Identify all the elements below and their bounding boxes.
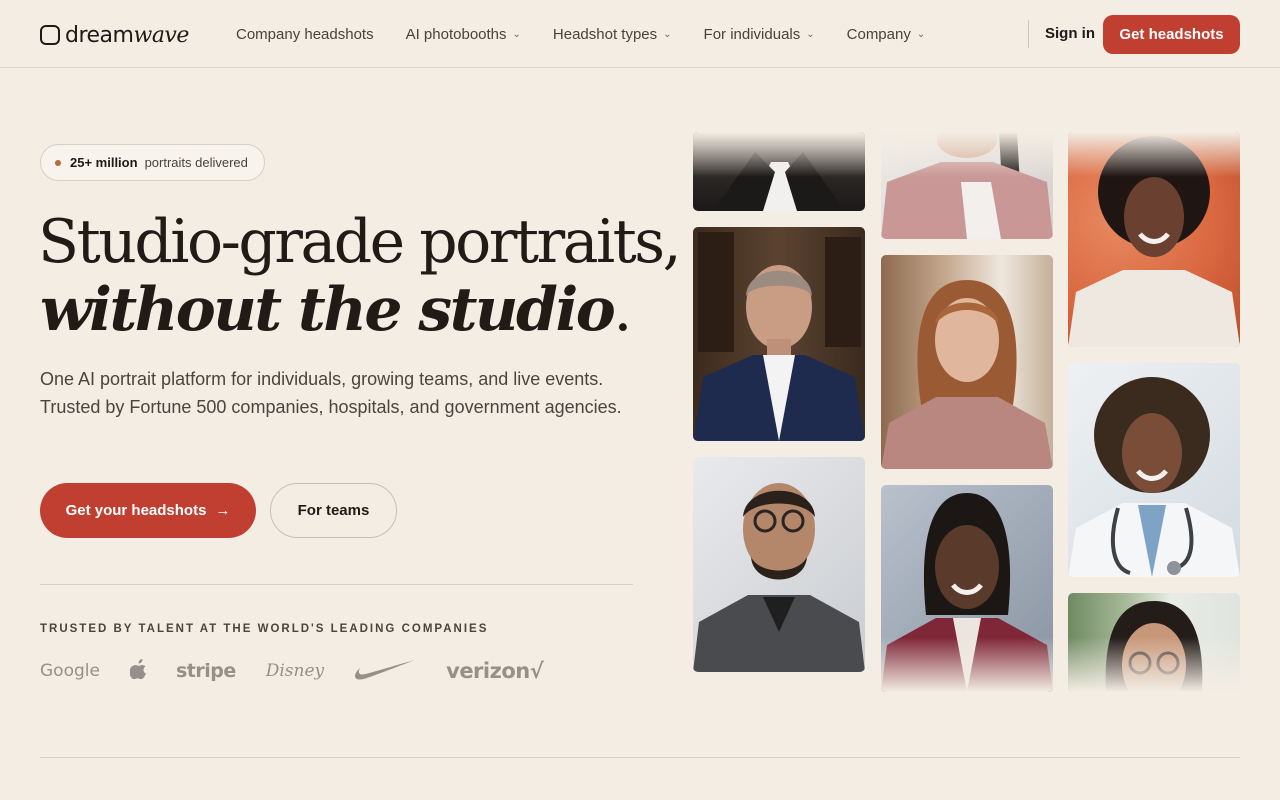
nav-link-ai-photobooths[interactable]: AI photobooths ⌄ [406, 26, 521, 43]
logo-mark-icon [40, 25, 60, 45]
google-logo: Google [40, 661, 100, 681]
portrait-figure [713, 152, 845, 211]
section-divider [40, 584, 633, 585]
portrait-figure [881, 280, 1053, 469]
portrait-figure [1105, 601, 1203, 692]
nav-link-label: Headshot types [552, 25, 658, 43]
portrait-figure [693, 483, 865, 672]
for-teams-button[interactable]: For teams [270, 483, 397, 538]
portrait-figure [881, 132, 1053, 239]
badge-dot-icon [55, 159, 61, 166]
chevron-down-icon: ⌄ [806, 28, 815, 40]
portrait-photo-woman-glasses [1068, 593, 1240, 692]
nav-link-label: AI photobooths [405, 25, 507, 43]
top-nav: dream wave Company headshots AI photoboot… [0, 0, 1280, 68]
portrait-photo-man-glasses [693, 457, 865, 672]
verizon-logo: verizon√ [446, 659, 544, 683]
nike-logo [354, 659, 416, 683]
get-headshots-button[interactable]: Get headshots [1103, 15, 1240, 54]
portrait-photo-woman-auburn-hair [881, 255, 1053, 469]
portrait-figure [1068, 136, 1240, 347]
nav-link-headshot-types[interactable]: Headshot types ⌄ [553, 26, 672, 43]
company-logos: Google stripe Disney verizon√ [40, 656, 573, 686]
nav-link-label: Company [846, 25, 911, 43]
chevron-down-icon: ⌄ [512, 28, 521, 40]
logo-text-wave: wave [133, 22, 189, 48]
chevron-down-icon: ⌄ [663, 28, 672, 40]
nav-divider [1028, 20, 1029, 48]
hero-headline-emphasis: without the studio [40, 275, 616, 345]
trusted-by-heading: TRUSTED BY TALENT AT THE WORLD'S LEADING… [40, 623, 489, 635]
nav-link-company[interactable]: Company ⌄ [847, 26, 926, 43]
apple-icon [129, 658, 146, 679]
nav-link-label: For individuals [703, 25, 801, 43]
portrait-photo-woman-burgundy-blazer [881, 485, 1053, 692]
get-your-headshots-button[interactable]: Get your headshots → [40, 483, 256, 538]
arrow-right-icon: → [215, 502, 231, 519]
button-label: Get your headshots [65, 502, 207, 519]
portrait-photo-woman-white-blouse [693, 132, 865, 211]
badge-count: 25+ million [70, 155, 138, 170]
logo-text-dream: dream [65, 22, 134, 48]
portrait-figure [693, 232, 865, 441]
portrait-photo-woman-curly-hair [1068, 132, 1240, 347]
nav-link-company-headshots[interactable]: Company headshots [236, 26, 374, 43]
hero-headline-period: . [613, 275, 632, 345]
hero-subtext: One AI portrait platform for individuals… [40, 369, 622, 417]
disney-logo: Disney [265, 661, 325, 681]
portraits-delivered-badge: 25+ million portraits delivered [40, 144, 265, 181]
sign-in-link[interactable]: Sign in [1045, 25, 1095, 42]
apple-logo [129, 658, 148, 685]
dreamwave-logo[interactable]: dream wave [40, 22, 189, 48]
bottom-divider [40, 757, 1240, 758]
portrait-figure [1068, 377, 1240, 577]
chevron-down-icon: ⌄ [916, 28, 926, 40]
nav-link-label: Company headshots [236, 25, 374, 43]
portrait-figure [881, 493, 1053, 692]
hero-headline-line2: without the studio. [40, 274, 632, 346]
badge-label: portraits delivered [144, 155, 248, 170]
nike-swoosh-icon [355, 660, 416, 680]
nav-links: Company headshots AI photobooths ⌄ Heads… [236, 24, 957, 44]
stripe-logo: stripe [175, 660, 236, 682]
portrait-photo-man-navy-suit [693, 227, 865, 441]
portrait-photo-woman-pink-blazer [881, 132, 1053, 239]
hero-headline-line1: Studio-grade portraits, [38, 207, 682, 277]
nav-link-for-individuals[interactable]: For individuals ⌄ [704, 26, 815, 43]
portrait-photo-doctor-stethoscope [1068, 363, 1240, 577]
